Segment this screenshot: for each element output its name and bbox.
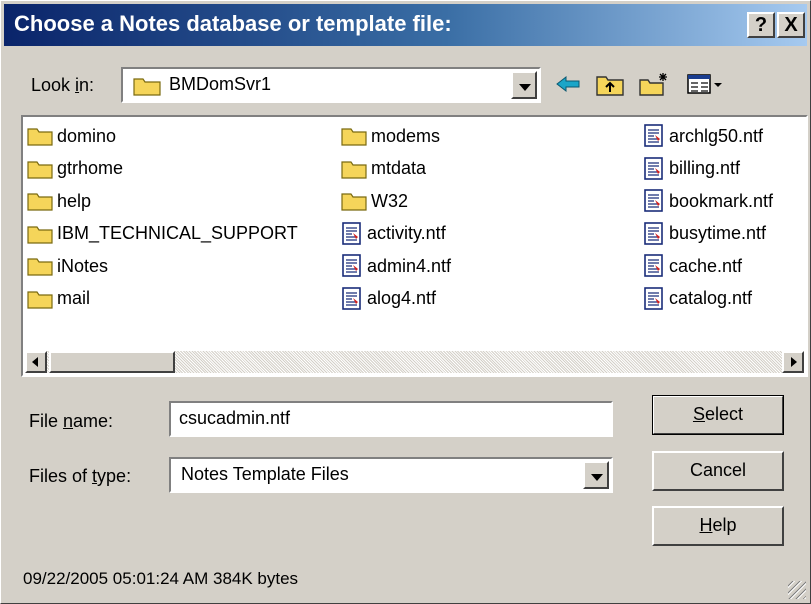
folder-icon [27,225,53,244]
item-label: activity.ntf [367,223,446,243]
folder-icon [27,193,53,211]
help-button[interactable]: Help [652,506,784,546]
item-label: modems [371,125,441,146]
folder-item[interactable]: iNotes [27,253,108,279]
folder-item[interactable]: mail [27,286,90,312]
select-button[interactable]: Select [652,395,784,435]
help-title-button[interactable]: ? [747,12,775,38]
view-menu-icon[interactable] [685,69,725,99]
folder-icon [341,160,367,179]
item-label: catalog.ntf [669,288,753,308]
file-item[interactable]: cache.ntf [643,253,742,279]
item-label: iNotes [57,255,109,276]
folder-icon [133,78,161,96]
look-in-value: BMDomSvr1 [169,74,272,94]
notes-template-file-icon [644,124,663,147]
file-name-label: File name: [29,411,114,431]
item-label: admin4.ntf [367,255,452,276]
folder-icon [341,128,367,146]
folder-icon [27,128,53,146]
file-name-value: csucadmin.ntf [179,408,291,428]
file-type-dropdown-arrow[interactable] [583,461,609,489]
file-item[interactable]: catalog.ntf [643,286,752,312]
notes-template-file-icon [644,254,663,277]
horizontal-scrollbar[interactable] [25,351,804,373]
cancel-button[interactable]: Cancel [652,451,784,491]
item-label: IBM_TECHNICAL_SUPPORT [57,223,298,243]
item-label: cache.ntf [669,255,743,276]
file-type-value: Notes Template Files [181,464,349,484]
folder-item[interactable]: help [27,188,91,214]
folder-item[interactable]: IBM_TECHNICAL_SUPPORT [27,221,298,247]
folder-icon [27,290,53,309]
folder-icon [27,160,53,179]
file-open-dialog: Choose a Notes database or template file… [0,0,811,604]
file-item[interactable]: alog4.ntf [341,286,436,312]
look-in-dropdown[interactable]: BMDomSvr1 [121,67,541,103]
folder-item[interactable]: domino [27,123,116,149]
file-item[interactable]: activity.ntf [341,221,446,247]
notes-template-file-icon [342,254,361,277]
item-label: W32 [371,190,409,211]
scroll-right-button[interactable] [782,351,804,373]
item-label: mtdata [371,158,427,178]
file-name-input[interactable]: csucadmin.ntf [169,401,613,437]
item-label: bookmark.ntf [669,190,774,211]
notes-template-file-icon [644,221,663,245]
look-in-dropdown-arrow[interactable] [511,71,537,99]
folder-item[interactable]: W32 [341,188,408,214]
file-item[interactable]: billing.ntf [643,156,740,182]
back-arrow-icon[interactable] [553,69,583,99]
folder-icon [341,193,367,211]
scroll-left-button[interactable] [25,351,47,373]
folder-item[interactable]: gtrhome [27,156,123,182]
close-button[interactable]: X [777,12,805,38]
item-label: alog4.ntf [367,288,437,308]
scroll-thumb[interactable] [49,351,175,373]
item-label: mail [57,288,91,308]
file-type-dropdown[interactable]: Notes Template Files [169,457,613,493]
notes-template-file-icon [644,189,663,212]
dialog-title: Choose a Notes database or template file… [14,11,452,36]
item-label: gtrhome [57,158,124,178]
file-item[interactable]: admin4.ntf [341,253,451,279]
notes-template-file-icon [644,156,663,180]
up-folder-icon[interactable] [595,69,625,99]
notes-template-file-icon [342,286,361,310]
file-item[interactable]: archlg50.ntf [643,123,763,149]
folder-item[interactable]: modems [341,123,440,149]
arrow-left-icon [32,357,38,367]
status-text: 09/22/2005 05:01:24 AM 384K bytes [23,569,299,588]
notes-template-file-icon [342,221,361,245]
item-label: busytime.ntf [669,223,767,243]
file-type-label: Files of type: [29,466,132,486]
resize-grip[interactable] [788,581,806,599]
item-label: help [57,190,92,211]
arrow-right-icon [791,357,797,367]
new-folder-icon[interactable] [639,69,669,99]
title-bar[interactable]: Choose a Notes database or template file… [4,4,807,46]
folder-item[interactable]: mtdata [341,156,426,182]
file-item[interactable]: bookmark.ntf [643,188,773,214]
folder-icon [27,258,53,276]
item-label: archlg50.ntf [669,125,764,146]
item-label: billing.ntf [669,158,741,178]
file-list[interactable]: domino gtrhome help IBM_TECHNICAL_SUPPORT iN… [21,115,808,377]
item-label: domino [57,125,117,146]
notes-template-file-icon [644,286,663,310]
file-item[interactable]: busytime.ntf [643,221,766,247]
look-in-label: Look in: [31,75,95,95]
